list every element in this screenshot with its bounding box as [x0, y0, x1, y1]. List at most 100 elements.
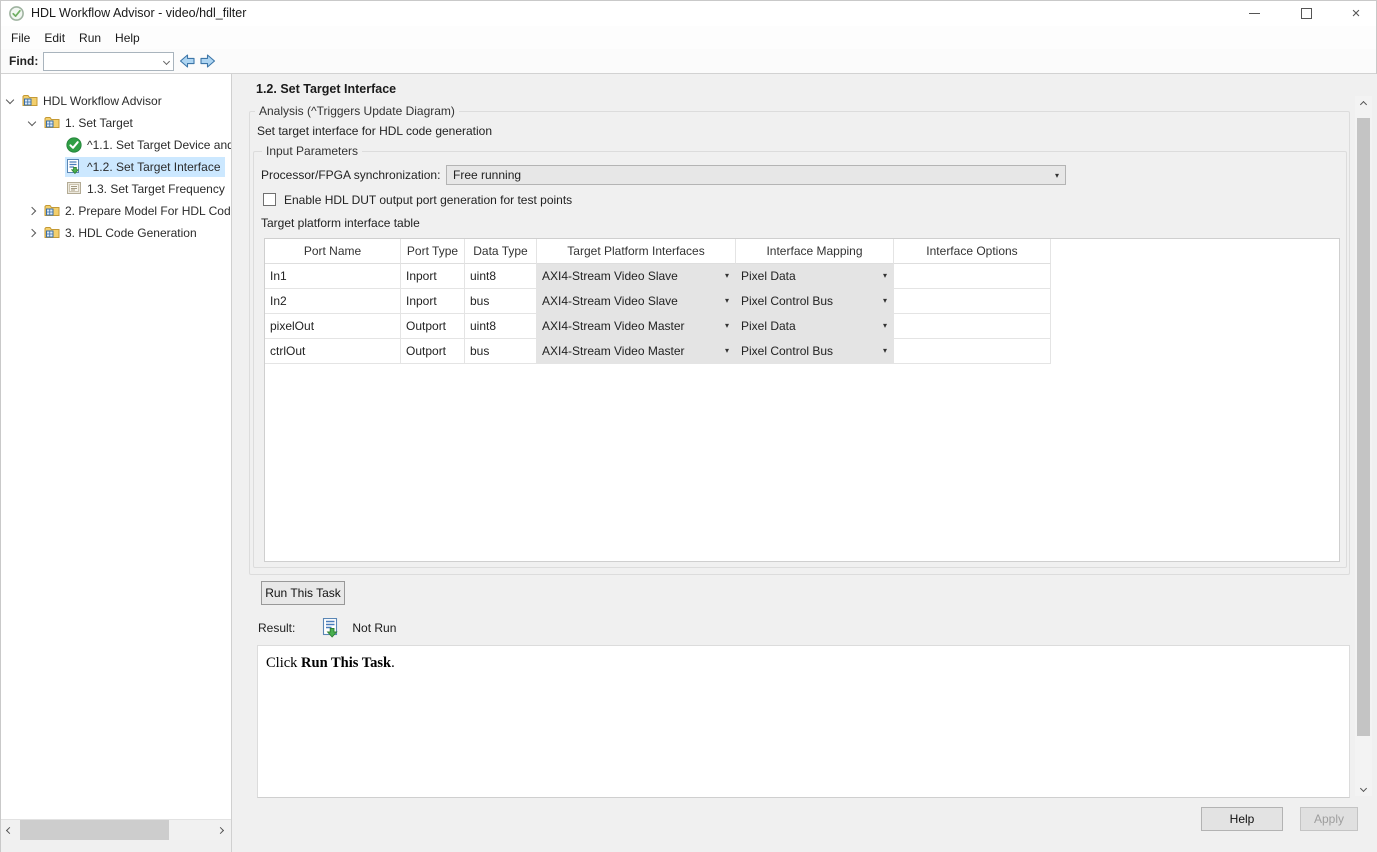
find-combobox[interactable] — [43, 52, 174, 71]
chevron-down-icon: ▾ — [725, 264, 729, 288]
menu-run[interactable]: Run — [72, 28, 108, 48]
pending-task-icon — [66, 181, 82, 197]
title-bar[interactable]: HDL Workflow Advisor - video/hdl_filter … — [1, 1, 1376, 26]
column-header: Interface Mapping — [736, 239, 894, 264]
menu-edit[interactable]: Edit — [37, 28, 72, 48]
result-message-bold: Run This Task — [301, 655, 391, 671]
target-interface-select[interactable]: AXI4-Stream Video Master▾ — [537, 314, 736, 339]
target-interface-select[interactable]: AXI4-Stream Video Slave ▾ — [537, 264, 736, 289]
chevron-down-icon: ▾ — [1055, 171, 1059, 180]
interface-mapping-select[interactable]: Pixel Data ▾ — [736, 314, 894, 339]
port-name-cell: ctrlOut — [265, 339, 401, 364]
scroll-right-icon[interactable] — [212, 820, 229, 841]
result-status: Not Run — [352, 621, 396, 635]
vertical-scrollbar[interactable] — [1355, 96, 1372, 796]
find-label: Find: — [9, 49, 38, 73]
chevron-expanded-icon[interactable] — [6, 95, 14, 103]
port-type-cell: Outport — [401, 314, 465, 339]
table-row: pixelOut Outport uint8 AXI4-Stream Video… — [265, 314, 1339, 339]
select-value: Pixel Control Bus — [741, 289, 833, 313]
tree-item-hdl-code-generation[interactable]: 3. HDL Code Generation — [1, 222, 231, 244]
scroll-left-icon[interactable] — [1, 820, 18, 841]
workflow-folder-icon — [44, 115, 60, 131]
select-value: Pixel Data — [741, 314, 796, 338]
bottom-strip — [1, 840, 231, 852]
data-type-cell: bus — [465, 289, 537, 314]
port-name-cell: pixelOut — [265, 314, 401, 339]
processor-fpga-sync-select[interactable]: Free running ▾ — [446, 165, 1066, 185]
help-button[interactable]: Help — [1201, 807, 1283, 831]
interface-mapping-select[interactable]: Pixel Control Bus▾ — [736, 339, 894, 364]
analysis-group: Analysis (^Triggers Update Diagram) Set … — [249, 111, 1350, 575]
menu-file[interactable]: File — [4, 28, 37, 48]
column-header: Data Type — [465, 239, 537, 264]
tree-item-label: 1.3. Set Target Frequency — [87, 182, 225, 196]
table-row: In1 Inport uint8 AXI4-Stream Video Slave… — [265, 264, 1339, 289]
chevron-collapsed-icon[interactable] — [28, 229, 36, 237]
hdl-workflow-advisor-window: HDL Workflow Advisor - video/hdl_filter … — [0, 0, 1377, 852]
tree-item-set-target-device[interactable]: ^1.1. Set Target Device and — [1, 134, 231, 156]
close-icon[interactable]: × — [1346, 3, 1366, 23]
tree-item-label: 1. Set Target — [65, 116, 133, 130]
vertical-scrollbar-thumb[interactable] — [1357, 118, 1370, 736]
scroll-up-icon[interactable] — [1355, 96, 1372, 112]
input-parameters-legend: Input Parameters — [262, 144, 362, 158]
chevron-expanded-icon[interactable] — [28, 117, 36, 125]
scroll-down-icon[interactable] — [1355, 780, 1372, 796]
chevron-down-icon: ▾ — [725, 289, 729, 313]
select-value: Pixel Data — [741, 264, 796, 288]
sync-selected-value: Free running — [453, 168, 521, 182]
select-value: AXI4-Stream Video Slave — [542, 289, 678, 313]
page-title: 1.2. Set Target Interface — [256, 82, 396, 96]
chevron-down-icon: ▾ — [883, 314, 887, 338]
interface-options-cell — [894, 339, 1051, 364]
chevron-down-icon: ▾ — [883, 264, 887, 288]
interface-options-cell — [894, 289, 1051, 314]
chevron-down-icon: ▾ — [725, 314, 729, 338]
chevron-down-icon: ▾ — [883, 289, 887, 313]
workflow-folder-icon — [44, 225, 60, 241]
chevron-collapsed-icon[interactable] — [28, 207, 36, 215]
tree-item-set-target-frequency[interactable]: 1.3. Set Target Frequency — [1, 178, 231, 200]
find-next-arrow-icon[interactable] — [198, 52, 218, 70]
column-header: Port Type — [401, 239, 465, 264]
result-message-suffix: . — [391, 655, 395, 671]
result-message-prefix: Click — [266, 655, 301, 671]
chevron-down-icon[interactable] — [163, 58, 170, 65]
port-type-cell: Inport — [401, 264, 465, 289]
tree-item-label: 3. HDL Code Generation — [65, 226, 197, 240]
target-interface-select[interactable]: AXI4-Stream Video Slave ▾ — [537, 289, 736, 314]
target-interface-select[interactable]: AXI4-Stream Video Master▾ — [537, 339, 736, 364]
tree-item-label: ^1.2. Set Target Interface — [87, 160, 221, 174]
tree-item-hdl-workflow-advisor[interactable]: HDL Workflow Advisor — [1, 90, 231, 112]
tree-item-set-target-interface[interactable]: ^1.2. Set Target Interface — [1, 156, 231, 178]
tree-item-set-target[interactable]: 1. Set Target — [1, 112, 231, 134]
port-name-cell: In2 — [265, 289, 401, 314]
interface-mapping-select[interactable]: Pixel Control Bus ▾ — [736, 289, 894, 314]
result-row: Result: Not Run — [258, 615, 396, 641]
tree-item-label: HDL Workflow Advisor — [43, 94, 162, 108]
maximize-icon[interactable] — [1296, 3, 1316, 23]
interface-mapping-select[interactable]: Pixel Data ▾ — [736, 264, 894, 289]
task-detail-panel: 1.2. Set Target Interface Analysis (^Tri… — [231, 74, 1377, 852]
run-this-task-button[interactable]: Run This Task — [261, 581, 345, 605]
passed-check-icon — [66, 137, 82, 153]
task-description: Set target interface for HDL code genera… — [257, 124, 492, 138]
run-task-icon — [66, 159, 82, 175]
tree-item-prepare-model[interactable]: 2. Prepare Model For HDL Code — [1, 200, 231, 222]
find-prev-arrow-icon[interactable] — [177, 52, 197, 70]
find-input[interactable] — [46, 54, 158, 69]
workflow-folder-icon — [44, 203, 60, 219]
testpoints-checkbox[interactable] — [263, 193, 276, 206]
select-value: AXI4-Stream Video Master — [542, 339, 685, 363]
workflow-tree-panel: HDL Workflow Advisor 1. Set Target — [1, 74, 231, 819]
tree-horizontal-scrollbar[interactable] — [1, 819, 231, 840]
testpoints-checkbox-label: Enable HDL DUT output port generation fo… — [284, 193, 572, 207]
interface-table-label: Target platform interface table — [261, 216, 420, 230]
menu-help[interactable]: Help — [108, 28, 147, 48]
data-type-cell: uint8 — [465, 314, 537, 339]
table-row: In2 Inport bus AXI4-Stream Video Slave▾ … — [265, 289, 1339, 314]
minimize-icon[interactable] — [1244, 3, 1264, 23]
horizontal-scrollbar-thumb[interactable] — [20, 820, 169, 841]
select-value: AXI4-Stream Video Slave — [542, 264, 678, 288]
